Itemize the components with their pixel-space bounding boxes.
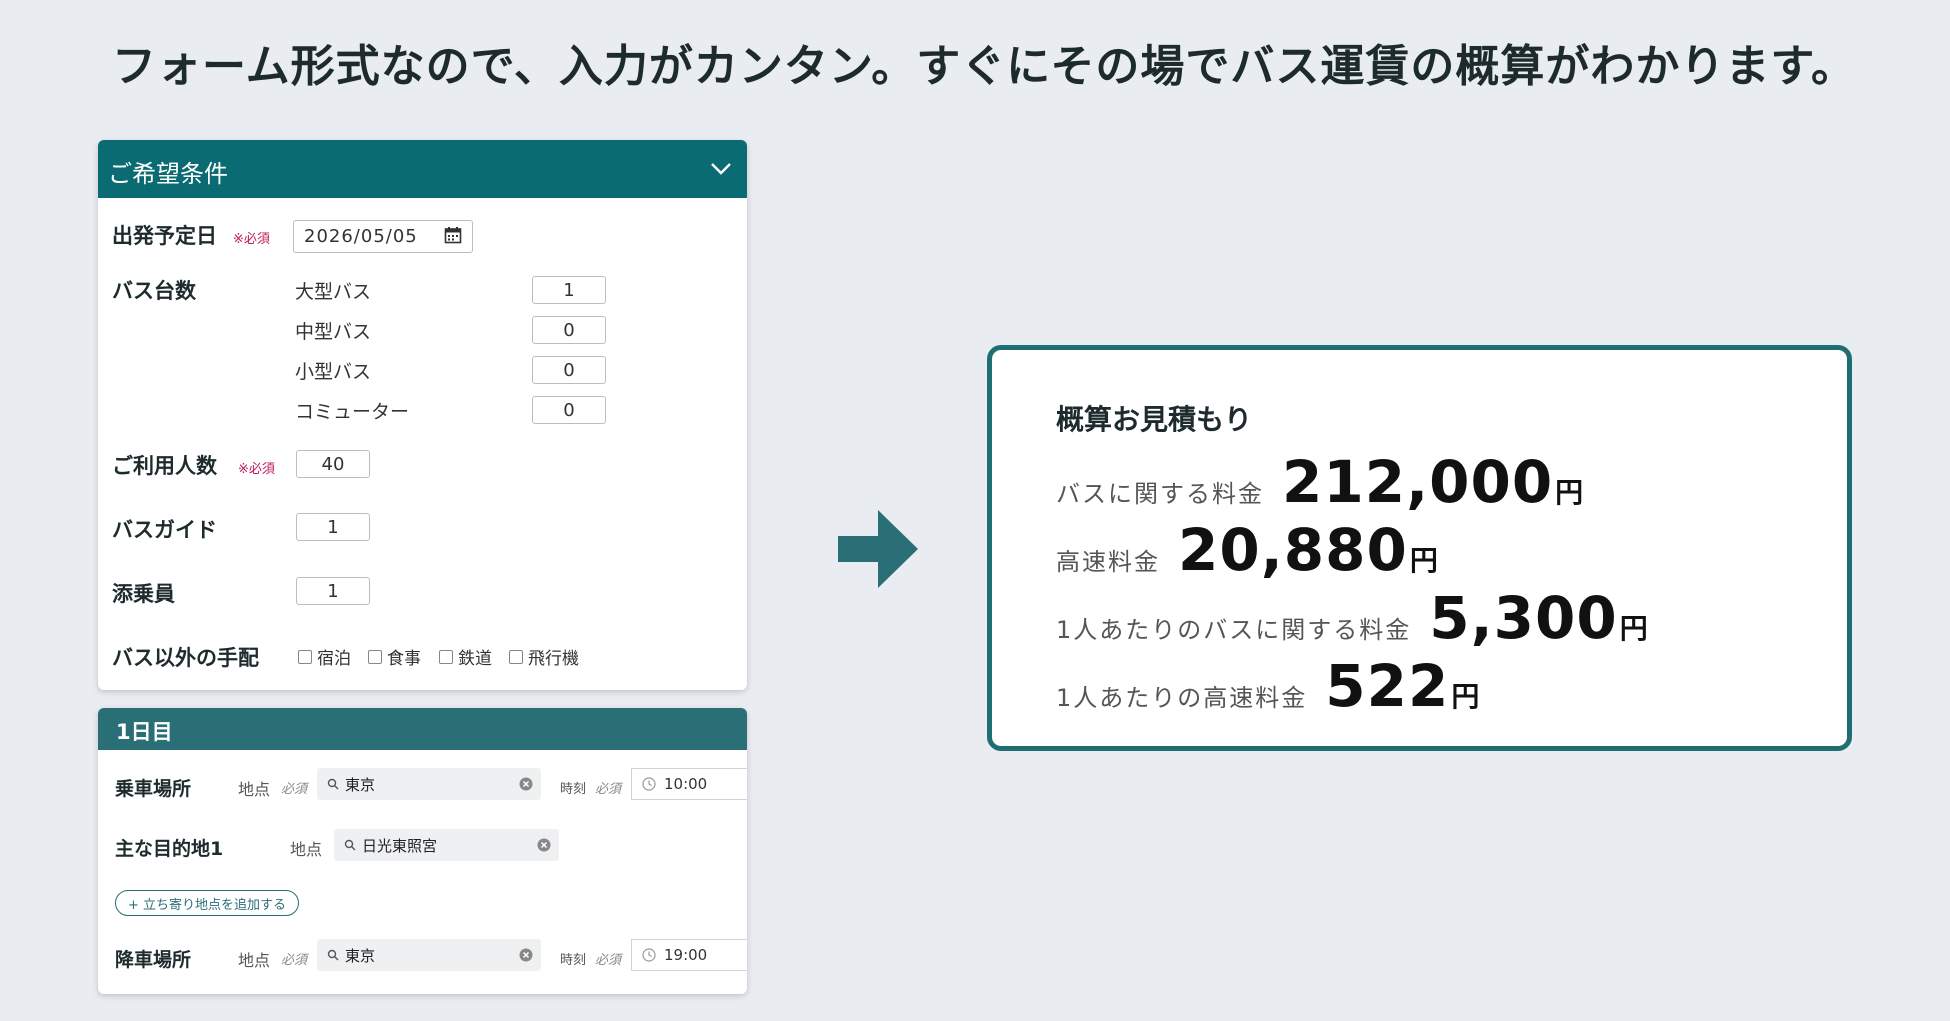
bus-type-medium: 中型バス: [295, 321, 372, 343]
estimate-value: 5,300: [1429, 584, 1618, 652]
boarding-time-input[interactable]: 10:00: [631, 768, 747, 800]
guide-input[interactable]: 1: [296, 513, 370, 541]
add-stop-button[interactable]: + 立ち寄り地点を追加する: [115, 890, 300, 916]
clear-icon[interactable]: [519, 777, 533, 791]
clock-icon: [642, 777, 656, 791]
bus-type-small: 小型バス: [295, 361, 372, 383]
arrow-right-icon: [838, 510, 918, 588]
estimate-unit: 円: [1451, 680, 1480, 713]
departure-label: 出発予定日: [112, 224, 217, 248]
alighting-time-input[interactable]: 19:00: [631, 939, 747, 971]
checkbox-icon: [298, 649, 312, 664]
extras-rail-checkbox[interactable]: 鉄道: [439, 644, 492, 669]
bus-large-input[interactable]: 1: [532, 276, 606, 304]
boarding-place-label: 地点: [238, 780, 271, 799]
alighting-time-label: 時刻: [560, 953, 587, 968]
conditions-header[interactable]: ご希望条件: [98, 140, 747, 198]
headline: フォーム形式なので、入力がカンタン。すぐにその場でバス運賃の概算がわかります。: [112, 41, 1856, 92]
checkbox-icon: [509, 649, 523, 664]
estimate-row-highway-per-person: 1人あたりの高速料金 522 円: [1056, 652, 1479, 720]
alighting-place-required: 必須: [281, 953, 308, 968]
boarding-place-value: 東京: [345, 775, 376, 794]
conductor-input[interactable]: 1: [296, 577, 370, 605]
day1-panel: 1日目 乗車場所 地点 必須 東京 時刻 必須 10:00 主な目的地1 地点 …: [98, 708, 747, 994]
estimate-unit: 円: [1409, 544, 1438, 577]
alighting-time-value: 19:00: [664, 946, 708, 964]
passengers-label: ご利用人数: [112, 454, 217, 478]
estimate-label: バスに関する料金: [1056, 480, 1264, 508]
checkbox-icon: [439, 649, 453, 664]
extras-lodging-label: 宿泊: [317, 649, 351, 669]
estimate-value: 20,880: [1178, 516, 1408, 584]
search-icon: [344, 839, 356, 851]
destination-place-input[interactable]: 日光東照宮: [334, 829, 559, 861]
boarding-time-value: 10:00: [664, 775, 708, 793]
extras-meal-checkbox[interactable]: 食事: [368, 644, 421, 669]
clear-icon[interactable]: [519, 948, 533, 962]
estimate-title: 概算お見積もり: [1056, 403, 1253, 436]
bus-type-commuter: コミューター: [295, 401, 410, 423]
alighting-place-input[interactable]: 東京: [317, 939, 541, 971]
extras-flight-checkbox[interactable]: 飛行機: [509, 644, 579, 669]
estimate-label: 1人あたりの高速料金: [1056, 684, 1308, 712]
destination-place-value: 日光東照宮: [362, 836, 438, 855]
extras-meal-label: 食事: [387, 649, 421, 669]
clock-icon: [642, 948, 656, 962]
calendar-icon[interactable]: [444, 226, 462, 244]
bus-commuter-input[interactable]: 0: [532, 396, 606, 424]
estimate-label: 1人あたりのバスに関する料金: [1056, 616, 1412, 644]
alighting-label: 降車場所: [115, 949, 192, 971]
search-icon: [327, 949, 339, 961]
departure-required: ※必須: [233, 232, 270, 247]
alighting-time-required: 必須: [595, 953, 622, 968]
departure-date-input[interactable]: 2026/05/05: [293, 220, 473, 253]
chevron-down-icon[interactable]: [709, 156, 733, 180]
estimate-row-bus: バスに関する料金 212,000 円: [1056, 448, 1583, 516]
boarding-label: 乗車場所: [115, 778, 192, 800]
passengers-input[interactable]: 40: [296, 450, 370, 478]
estimate-unit: 円: [1619, 612, 1648, 645]
estimate-row-highway: 高速料金 20,880 円: [1056, 516, 1438, 584]
guide-label: バスガイド: [112, 518, 217, 542]
clear-icon[interactable]: [537, 838, 551, 852]
estimate-row-bus-per-person: 1人あたりのバスに関する料金 5,300 円: [1056, 584, 1648, 652]
boarding-time-required: 必須: [595, 782, 622, 797]
extras-label: バス以外の手配: [112, 646, 259, 670]
search-icon: [327, 778, 339, 790]
extras-rail-label: 鉄道: [458, 649, 492, 669]
bus-small-input[interactable]: 0: [532, 356, 606, 384]
extras-lodging-checkbox[interactable]: 宿泊: [298, 644, 351, 669]
extras-flight-label: 飛行機: [528, 649, 579, 669]
checkbox-icon: [368, 649, 382, 664]
boarding-place-required: 必須: [281, 782, 308, 797]
bus-count-label: バス台数: [112, 279, 196, 303]
estimate-label: 高速料金: [1056, 548, 1160, 576]
estimate-card: 概算お見積もり バスに関する料金 212,000 円 高速料金 20,880 円…: [987, 345, 1852, 751]
estimate-value: 212,000: [1282, 448, 1554, 516]
departure-date-value: 2026/05/05: [304, 226, 418, 247]
alighting-place-value: 東京: [345, 946, 376, 965]
boarding-time-label: 時刻: [560, 782, 587, 797]
destination-label: 主な目的地1: [115, 838, 224, 860]
conductor-label: 添乗員: [112, 582, 175, 606]
boarding-place-input[interactable]: 東京: [317, 768, 541, 800]
alighting-place-label: 地点: [238, 951, 271, 970]
passengers-required: ※必須: [238, 462, 275, 477]
bus-type-large: 大型バス: [295, 281, 372, 303]
day1-header: 1日目: [98, 708, 747, 750]
destination-place-label: 地点: [290, 840, 323, 859]
bus-medium-input[interactable]: 0: [532, 316, 606, 344]
conditions-title: ご希望条件: [108, 160, 228, 188]
day1-title: 1日目: [116, 720, 173, 744]
estimate-value: 522: [1325, 652, 1450, 720]
estimate-unit: 円: [1555, 476, 1584, 509]
conditions-panel: ご希望条件 出発予定日 ※必須 2026/05/05 バス台数 大型バス 1 中…: [98, 140, 747, 690]
